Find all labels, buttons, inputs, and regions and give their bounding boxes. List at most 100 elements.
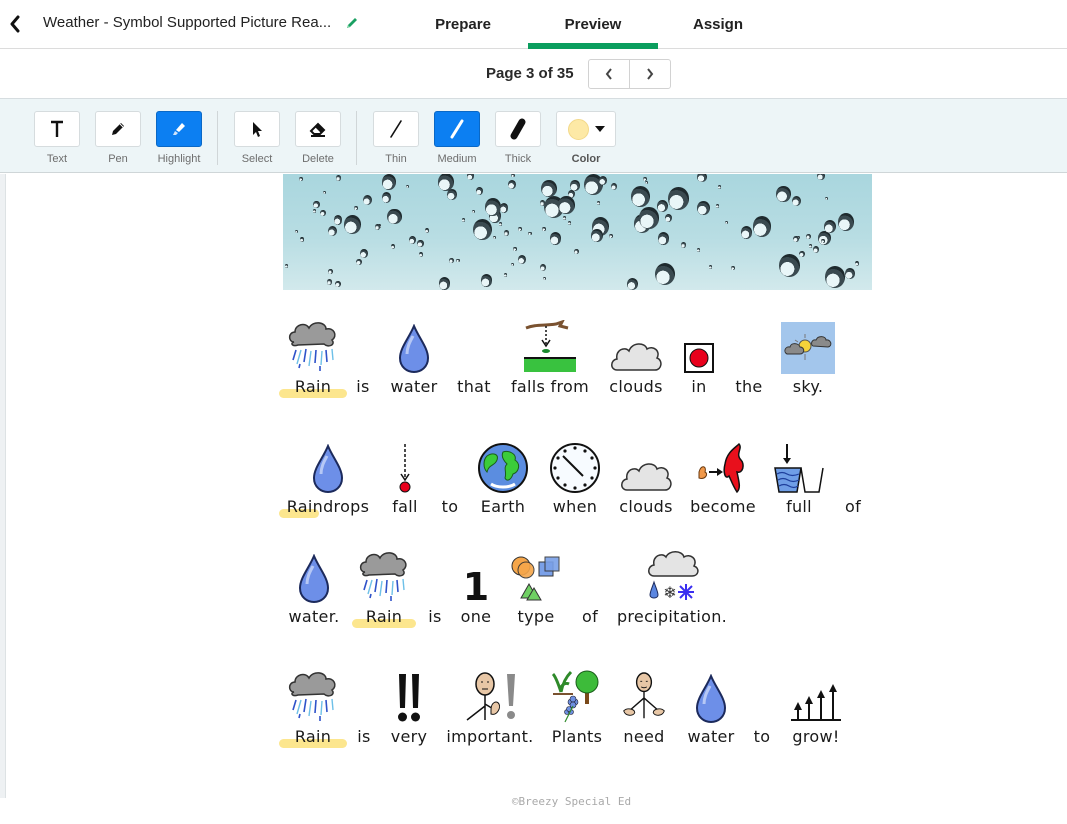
highlight-tool-button[interactable] <box>156 111 202 147</box>
symbol-word[interactable]: the <box>728 320 770 396</box>
tab-assign[interactable]: Assign <box>658 0 778 48</box>
empty-symbol <box>575 550 605 604</box>
word-text: important. <box>444 727 536 746</box>
back-button[interactable] <box>6 12 24 36</box>
symbol-word[interactable]: Plants <box>544 670 610 746</box>
symbol-word[interactable]: Rain <box>279 320 347 398</box>
previous-page-button[interactable] <box>589 60 629 88</box>
raindrop <box>498 222 502 226</box>
symbol-word[interactable]: is <box>352 670 376 746</box>
symbol-word[interactable]: water. <box>283 550 345 626</box>
raindrop <box>418 252 423 257</box>
symbol-word[interactable]: water <box>387 320 441 396</box>
thin-stroke-button[interactable] <box>373 111 419 147</box>
symbol-word[interactable]: in <box>682 320 716 396</box>
tab-preview[interactable]: Preview <box>528 0 658 49</box>
symbol-word[interactable]: fall <box>388 440 422 516</box>
raindrop <box>320 209 327 217</box>
word-label: one <box>460 607 492 626</box>
next-page-button[interactable] <box>629 60 670 88</box>
raindrop <box>323 190 327 195</box>
tool-label: Delete <box>302 153 334 165</box>
raindrop <box>447 189 457 200</box>
delete-tool-button[interactable] <box>295 111 341 147</box>
word-label: is <box>428 607 442 626</box>
pen-tool-button[interactable] <box>95 111 141 147</box>
water-drop-icon <box>683 670 739 724</box>
water-drop-icon <box>283 440 373 494</box>
raindrop <box>493 235 497 239</box>
symbol-word[interactable]: clouds <box>614 440 678 516</box>
color-picker-button[interactable] <box>556 111 616 147</box>
raindrop <box>542 226 546 231</box>
raindrops-header-image <box>283 174 872 290</box>
raindrop <box>313 201 320 208</box>
symbol-word[interactable]: Rain <box>352 550 416 628</box>
word-label: precipitation. <box>616 607 728 626</box>
raindrop <box>374 224 381 231</box>
symbol-word[interactable]: to <box>749 670 775 746</box>
tab-prepare[interactable]: Prepare <box>398 0 528 48</box>
symbol-word[interactable]: important. <box>444 670 536 746</box>
symbol-word[interactable]: become <box>686 440 760 516</box>
symbol-word[interactable]: falls from <box>506 320 594 396</box>
symbol-word[interactable]: when <box>546 440 604 516</box>
empty-symbol <box>452 320 496 374</box>
word-text: clouds <box>614 497 678 516</box>
raindrop <box>344 215 362 234</box>
symbol-word[interactable]: ❄ precipitation. <box>614 550 730 626</box>
symbol-word[interactable]: to <box>436 440 464 516</box>
symbol-word[interactable]: water <box>683 670 739 746</box>
word-label: is <box>356 377 370 396</box>
word-label: of <box>844 497 862 516</box>
symbol-word[interactable]: Raindrops <box>279 440 373 518</box>
word-text: fall <box>388 497 422 516</box>
select-tool-button[interactable] <box>234 111 280 147</box>
symbol-word[interactable]: sky. <box>780 320 836 396</box>
raindrop <box>299 176 304 182</box>
raindrop <box>681 242 687 248</box>
symbol-word[interactable]: of <box>840 440 866 516</box>
raindrop <box>779 254 801 277</box>
symbol-word[interactable]: need <box>620 670 668 746</box>
symbol-word[interactable]: that <box>452 320 496 396</box>
raindrop <box>696 248 700 252</box>
symbol-word[interactable]: is <box>351 320 375 396</box>
symbol-word[interactable]: full <box>772 440 826 516</box>
toolbar-divider <box>356 111 357 165</box>
symbol-word[interactable]: 1 one <box>456 550 496 626</box>
tool-pen: Pen <box>95 111 141 165</box>
symbol-word[interactable]: Earth <box>474 440 532 516</box>
symbol-word[interactable]: type <box>508 550 564 626</box>
raindrop <box>472 210 476 214</box>
raindrop <box>825 266 845 288</box>
tool-label: Thin <box>385 153 407 165</box>
raindrop <box>439 277 451 290</box>
symbol-word[interactable]: clouds <box>606 320 666 396</box>
symbol-word[interactable]: is <box>422 550 448 626</box>
tool-text: Text <box>34 111 80 165</box>
raindrop <box>295 230 299 234</box>
empty-symbol <box>422 550 448 604</box>
raindrop <box>631 186 651 207</box>
edit-title-button[interactable] <box>345 16 359 30</box>
text-tool-button[interactable] <box>34 111 80 147</box>
raindrop <box>473 219 493 241</box>
thick-stroke-button[interactable] <box>495 111 541 147</box>
clock-icon <box>546 440 604 494</box>
raindrop <box>608 233 613 239</box>
full-container-icon <box>772 440 826 494</box>
raindrop <box>808 244 812 248</box>
raindrop <box>657 232 670 245</box>
symbol-word[interactable]: very <box>386 670 432 746</box>
medium-stroke-button[interactable] <box>434 111 480 147</box>
raindrop <box>821 239 825 243</box>
raindrop <box>381 174 396 190</box>
raindrop <box>664 213 672 222</box>
word-label: important. <box>446 727 534 746</box>
symbol-word[interactable]: of <box>575 550 605 626</box>
symbol-word[interactable]: grow! <box>786 670 846 746</box>
word-label: is <box>357 727 371 746</box>
symbol-word[interactable]: Rain <box>279 670 347 748</box>
word-text: the <box>728 377 770 396</box>
